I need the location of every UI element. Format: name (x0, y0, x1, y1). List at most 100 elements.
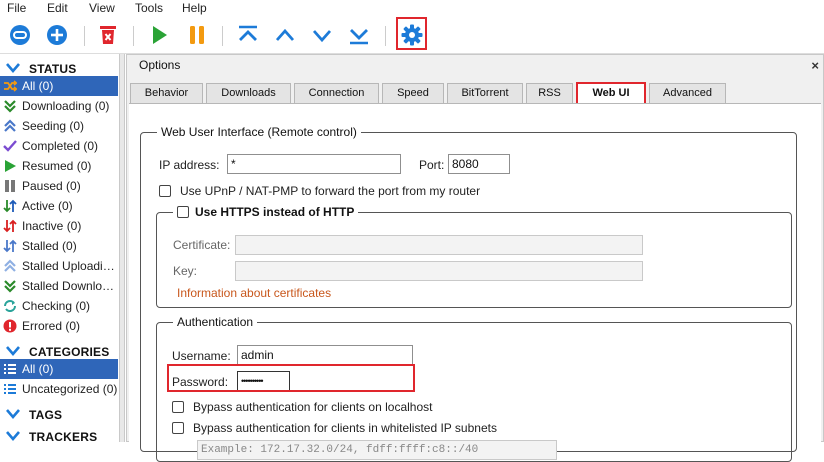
tab-speed[interactable]: Speed (382, 83, 444, 103)
certificates-info-link[interactable]: Information about certificates (177, 286, 331, 300)
status-item-label: Completed (0) (22, 139, 99, 153)
category-item-all[interactable]: All (0) (0, 359, 118, 379)
chevron-down-icon (6, 409, 20, 419)
web-ui-panel: Web User Interface (Remote control) IP a… (129, 103, 821, 462)
status-item-downloading[interactable]: Downloading (0) (0, 96, 118, 116)
tags-section-header[interactable]: TAGS (0, 404, 118, 424)
key-label: Key: (173, 264, 198, 278)
certificate-input[interactable] (235, 235, 643, 255)
tab-connection[interactable]: Connection (294, 83, 379, 103)
https-fieldset: Use HTTPS instead of HTTP Certificate: K… (156, 205, 792, 308)
status-item-label: Active (0) (22, 199, 73, 213)
status-item-errored[interactable]: Errored (0) (0, 316, 118, 336)
status-item-inactive[interactable]: Inactive (0) (0, 216, 118, 236)
list-icon (4, 384, 16, 394)
upnp-label: Use UPnP / NAT-PMP to forward the port f… (180, 184, 481, 198)
downloading-icon (4, 100, 16, 113)
trackers-section-header[interactable]: TRACKERS (0, 426, 118, 442)
menu-edit[interactable]: Edit (47, 1, 68, 15)
tags-title: TAGS (29, 408, 63, 422)
https-legend: Use HTTPS instead of HTTP (173, 205, 359, 219)
tab-downloads[interactable]: Downloads (206, 83, 291, 103)
username-input[interactable]: admin (237, 345, 413, 365)
move-up-icon (275, 28, 295, 41)
categories-section-header[interactable]: CATEGORIES (0, 341, 118, 361)
tab-advanced[interactable]: Advanced (649, 83, 726, 103)
certificate-label: Certificate: (173, 238, 231, 252)
webui-legend: Web User Interface (Remote control) (157, 125, 361, 139)
tab-bittorrent[interactable]: BitTorrent (447, 83, 523, 103)
tab-web-ui[interactable]: Web UI (576, 82, 646, 105)
move-top-button[interactable] (233, 20, 263, 50)
status-item-active[interactable]: Active (0) (0, 196, 118, 216)
status-item-stalled-downloading[interactable]: Stalled Downlo… (0, 276, 118, 296)
key-input[interactable] (235, 261, 643, 281)
status-item-all[interactable]: All (0) (0, 76, 118, 96)
ip-address-input[interactable]: * (227, 154, 401, 174)
bypass-whitelist-label: Bypass authentication for clients in whi… (193, 421, 497, 435)
status-item-label: Errored (0) (22, 319, 81, 333)
menu-file[interactable]: File (7, 1, 26, 15)
status-item-checking[interactable]: Checking (0) (0, 296, 118, 316)
move-bottom-button[interactable] (344, 20, 374, 50)
settings-highlight (396, 17, 427, 50)
pause-button[interactable] (182, 20, 212, 50)
menu-view[interactable]: View (89, 1, 115, 15)
menu-tools[interactable]: Tools (135, 1, 163, 15)
move-up-button[interactable] (270, 20, 300, 50)
ip-address-label: IP address: (159, 158, 220, 172)
whitelist-subnets-input[interactable]: Example: 172.17.32.0/24, fdff:ffff:c8::/… (197, 440, 557, 460)
status-item-label: Seeding (0) (22, 119, 85, 133)
menu-help[interactable]: Help (182, 1, 207, 15)
seeding-icon (4, 119, 16, 132)
delete-button[interactable] (93, 20, 123, 50)
toolbar-separator (84, 26, 85, 46)
authentication-fieldset: Authentication Username: admin Password:… (156, 315, 792, 462)
close-icon[interactable]: × (811, 58, 819, 73)
stalled-downloading-icon (4, 280, 16, 293)
category-item-uncategorized[interactable]: Uncategorized (0) (0, 379, 118, 399)
bypass-localhost-checkbox[interactable] (172, 401, 184, 413)
options-tabs: Behavior Downloads Connection Speed BitT… (130, 81, 824, 105)
inactive-icon (3, 219, 17, 233)
sidebar-splitter[interactable] (119, 54, 125, 442)
status-item-label: Resumed (0) (22, 159, 92, 173)
toolbar-separator (222, 26, 223, 46)
resume-button[interactable] (144, 20, 174, 50)
tab-behavior[interactable]: Behavior (130, 83, 203, 103)
port-input[interactable]: 8080 (448, 154, 510, 174)
password-highlight (167, 364, 415, 392)
upnp-checkbox[interactable] (159, 185, 171, 197)
add-file-button[interactable] (42, 20, 72, 50)
auth-legend: Authentication (173, 315, 258, 329)
resumed-icon (5, 160, 16, 172)
status-item-label: Stalled (0) (22, 239, 77, 253)
chevron-down-icon (6, 63, 20, 73)
paused-icon (5, 180, 15, 192)
status-item-paused[interactable]: Paused (0) (0, 176, 118, 196)
categories-title: CATEGORIES (29, 345, 110, 359)
username-label: Username: (172, 349, 231, 363)
tab-rss[interactable]: RSS (526, 83, 573, 103)
status-item-completed[interactable]: Completed (0) (0, 136, 118, 156)
trackers-title: TRACKERS (29, 430, 98, 442)
sidebar: STATUS All (0) Downloading (0) Seeding (… (0, 54, 118, 442)
move-down-button[interactable] (307, 20, 337, 50)
add-link-icon (10, 25, 30, 45)
active-icon (3, 199, 17, 213)
bypass-whitelist-checkbox[interactable] (172, 422, 184, 434)
status-section-header[interactable]: STATUS (0, 58, 118, 78)
checking-icon (4, 300, 16, 312)
https-checkbox[interactable] (177, 206, 189, 218)
status-item-resumed[interactable]: Resumed (0) (0, 156, 118, 176)
chevron-down-icon (6, 431, 20, 441)
resume-icon (153, 26, 167, 44)
stalled-uploading-icon (4, 259, 16, 272)
move-top-icon (239, 25, 257, 41)
category-item-label: All (0) (22, 362, 54, 376)
https-legend-label: Use HTTPS instead of HTTP (195, 205, 355, 219)
status-item-seeding[interactable]: Seeding (0) (0, 116, 118, 136)
add-link-button[interactable] (5, 20, 35, 50)
status-item-stalled-uploading[interactable]: Stalled Uploadi… (0, 256, 118, 276)
status-item-stalled[interactable]: Stalled (0) (0, 236, 118, 256)
